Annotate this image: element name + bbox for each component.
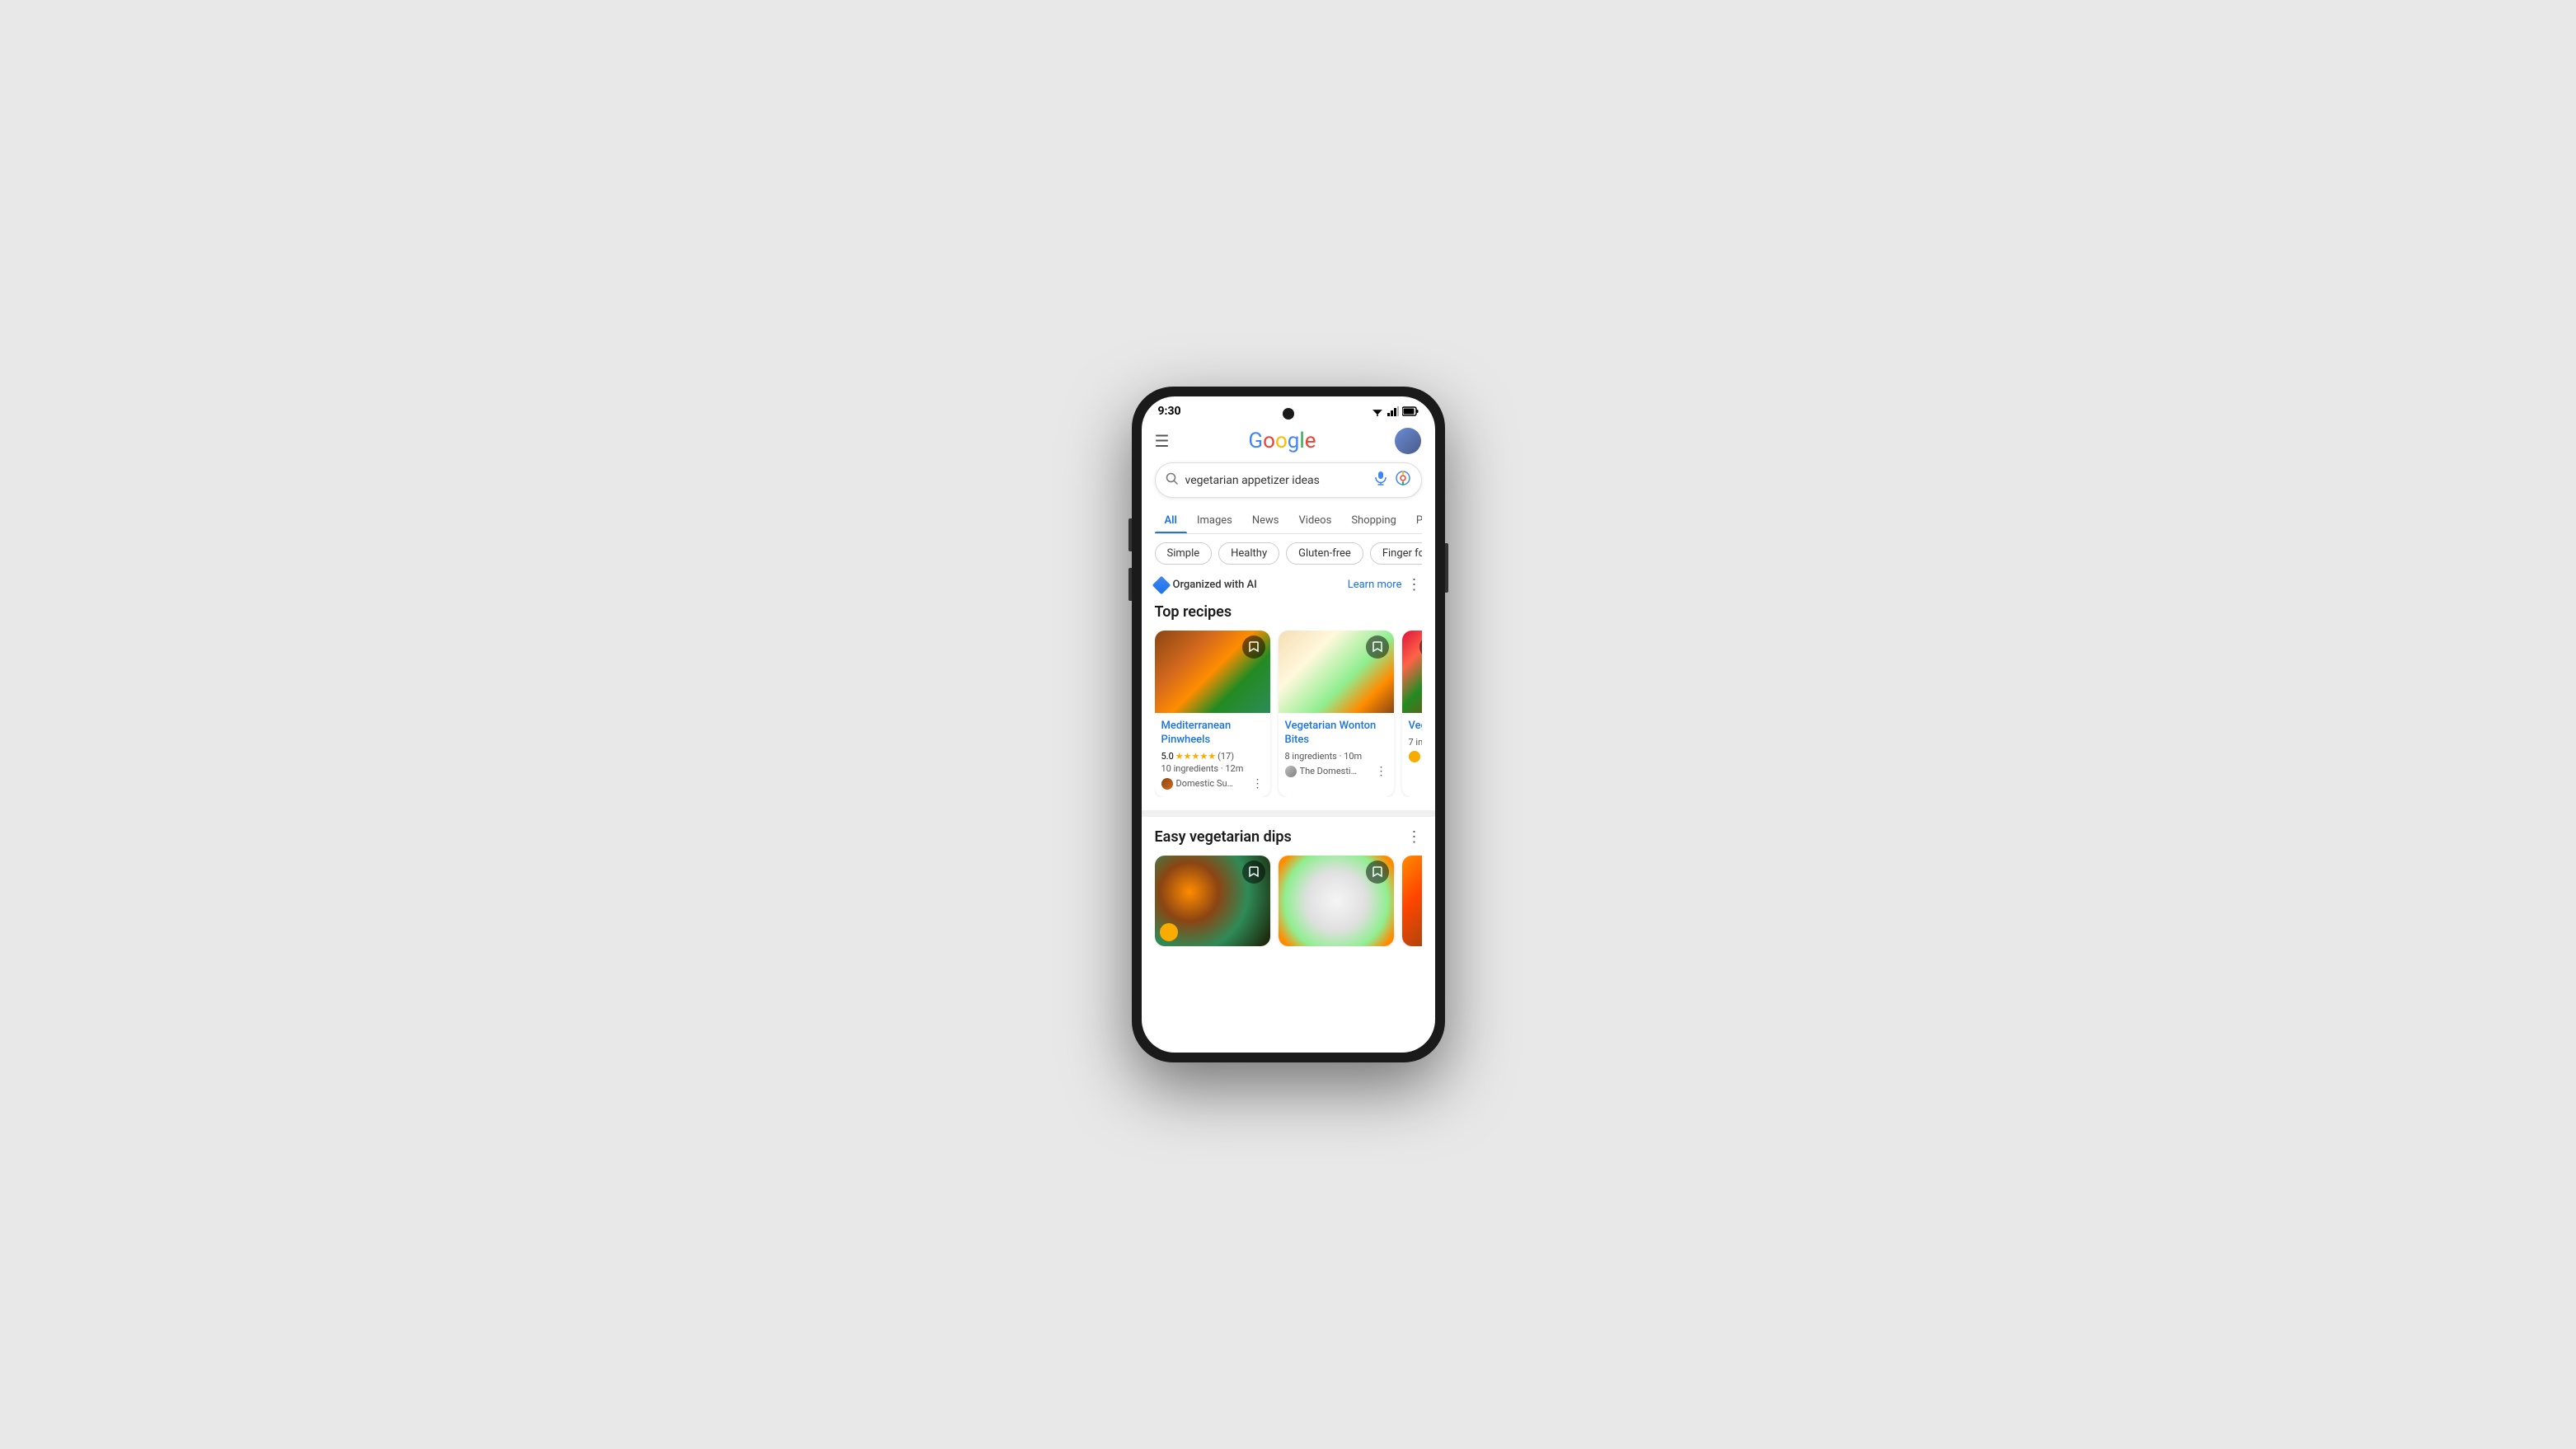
bookmark-button-1[interactable] — [1242, 635, 1265, 659]
dip-bookmark-2[interactable] — [1366, 860, 1389, 884]
chip-simple[interactable]: Simple — [1155, 542, 1213, 565]
recipe-info-2: Vegetarian Wonton Bites 8 ingredients · … — [1279, 713, 1394, 785]
recipe-title-1[interactable]: Mediterranean Pinwheels — [1161, 720, 1264, 748]
google-logo: G o o g l e — [1248, 429, 1316, 453]
top-bar: ☰ G o o g l e — [1155, 421, 1422, 462]
recipe-info-3: Veg… 7 in… — [1402, 713, 1422, 769]
recipe-source-2: The Domesti… ⋮ — [1285, 765, 1387, 778]
rating-value-1: 5.0 — [1161, 751, 1174, 762]
ai-header: Organized with AI Learn more ⋮ — [1155, 576, 1422, 593]
easy-dips-more-icon[interactable]: ⋮ — [1407, 828, 1422, 846]
tab-all[interactable]: All — [1155, 508, 1187, 533]
recipe-meta-1: 10 ingredients · 12m — [1161, 763, 1264, 774]
tab-news[interactable]: News — [1242, 508, 1289, 533]
tab-videos[interactable]: Videos — [1289, 508, 1342, 533]
recipe-meta-3: 7 in… — [1409, 737, 1422, 748]
volume-up-button — [1128, 518, 1132, 551]
recipe-card-2[interactable]: Vegetarian Wonton Bites 8 ingredients · … — [1279, 631, 1394, 797]
voice-search-button[interactable] — [1373, 471, 1388, 490]
source-more-2[interactable]: ⋮ — [1376, 765, 1387, 778]
dip-card-1[interactable] — [1155, 856, 1270, 946]
recipe-rating-1: 5.0 ★★★★★ (17) — [1161, 751, 1264, 762]
bookmark-button-2[interactable] — [1366, 635, 1389, 659]
battery-icon — [1402, 406, 1419, 416]
tab-images[interactable]: Images — [1187, 508, 1242, 533]
source-icon-3 — [1409, 751, 1420, 762]
menu-icon[interactable]: ☰ — [1155, 431, 1170, 451]
front-camera — [1283, 408, 1294, 420]
source-icon-2 — [1285, 766, 1297, 777]
easy-dips-title: Easy vegetarian dips — [1155, 828, 1292, 846]
top-recipes-title: Top recipes — [1155, 603, 1422, 621]
screen-content: ☰ G o o g l e — [1142, 421, 1435, 1044]
recipe-title-3: Veg… — [1409, 720, 1422, 734]
search-tabs: All Images News Videos Shopping Pers… — [1155, 508, 1422, 534]
wifi-icon — [1371, 406, 1384, 416]
search-bar[interactable]: vegetarian appetizer ideas — [1155, 462, 1422, 498]
recipe-image-3 — [1402, 631, 1422, 713]
lens-search-button[interactable] — [1395, 470, 1411, 490]
recipe-title-2[interactable]: Vegetarian Wonton Bites — [1285, 720, 1387, 748]
status-icons — [1371, 406, 1419, 416]
google-e: e — [1305, 429, 1316, 453]
status-time: 9:30 — [1158, 405, 1181, 418]
dip-image-3 — [1402, 856, 1422, 946]
stars-1: ★★★★★ — [1175, 751, 1216, 762]
easy-dips-header: Easy vegetarian dips ⋮ — [1155, 828, 1422, 846]
phone-shell: 9:30 — [1132, 387, 1445, 1062]
recipe-source-3 — [1409, 751, 1422, 762]
source-name-1: Domestic Su… — [1176, 778, 1249, 789]
recipe-meta-2: 8 ingredients · 10m — [1285, 751, 1387, 762]
section-divider — [1142, 810, 1435, 817]
dip-card-2[interactable] — [1279, 856, 1394, 946]
tab-personal[interactable]: Pers… — [1406, 508, 1422, 533]
source-more-1[interactable]: ⋮ — [1252, 777, 1264, 790]
chip-healthy[interactable]: Healthy — [1218, 542, 1279, 565]
recipe-card-1[interactable]: Mediterranean Pinwheels 5.0 ★★★★★ (17) 1… — [1155, 631, 1270, 797]
dip-bookmark-1[interactable] — [1242, 860, 1265, 884]
filter-chips: Simple Healthy Gluten-free Finger foo… — [1155, 542, 1422, 565]
dip-card-3-partial[interactable] — [1402, 856, 1422, 946]
volume-down-button — [1128, 568, 1132, 601]
search-query-text: vegetarian appetizer ideas — [1185, 474, 1373, 487]
chip-gluten-free[interactable]: Gluten-free — [1286, 542, 1363, 565]
google-o1: o — [1263, 429, 1275, 453]
power-button — [1445, 543, 1448, 593]
phone-screen: 9:30 — [1142, 396, 1435, 1053]
chip-finger-food[interactable]: Finger foo… — [1370, 542, 1422, 565]
recipe-card-3-partial[interactable]: Veg… 7 in… — [1402, 631, 1422, 797]
tab-shopping[interactable]: Shopping — [1341, 508, 1406, 533]
rating-count-1: (17) — [1218, 751, 1234, 762]
google-g: G — [1248, 429, 1263, 453]
ai-more-options-icon[interactable]: ⋮ — [1407, 576, 1422, 593]
recipe-info-1: Mediterranean Pinwheels 5.0 ★★★★★ (17) 1… — [1155, 713, 1270, 797]
avatar-image — [1395, 428, 1421, 454]
ai-actions: Learn more ⋮ — [1348, 576, 1422, 593]
avatar[interactable] — [1395, 428, 1421, 454]
source-icon-1 — [1161, 778, 1173, 790]
google-o2: o — [1275, 429, 1288, 453]
recipe-source-1: Domestic Su… ⋮ — [1161, 777, 1264, 790]
ai-label: Organized with AI — [1155, 579, 1257, 592]
signal-icon — [1387, 406, 1399, 416]
source-name-2: The Domesti… — [1300, 766, 1372, 776]
ai-text: Organized with AI — [1173, 579, 1257, 591]
learn-more-link[interactable]: Learn more — [1348, 579, 1402, 591]
google-g2: g — [1288, 429, 1300, 453]
recipe-cards-row: Mediterranean Pinwheels 5.0 ★★★★★ (17) 1… — [1155, 631, 1422, 797]
search-icon — [1166, 472, 1179, 489]
dip-cards-row — [1155, 856, 1422, 946]
ai-diamond-icon — [1152, 575, 1171, 594]
